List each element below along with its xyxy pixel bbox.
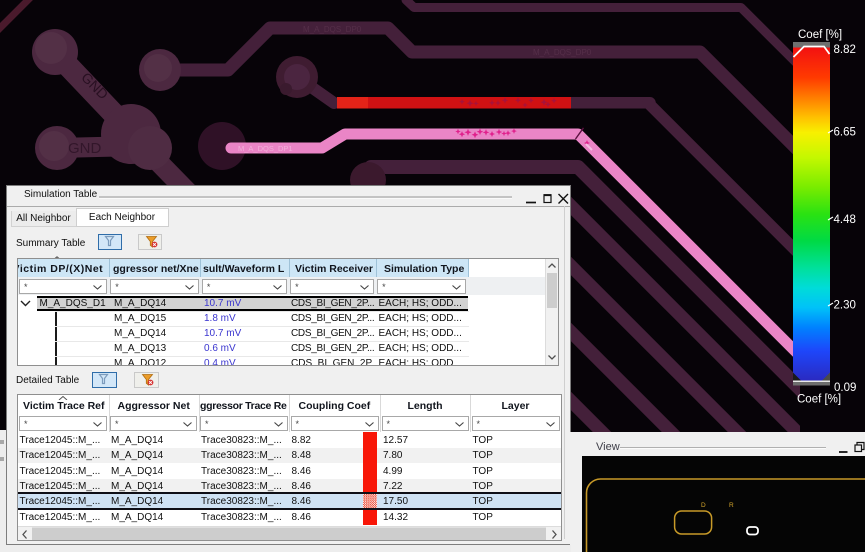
svg-text:2.30: 2.30: [834, 300, 856, 312]
svg-text:8.82: 8.82: [834, 44, 856, 56]
svg-text:M_A_DQS_DP0: M_A_DQS_DP0: [533, 48, 592, 57]
svg-text:Coef [%]: Coef [%]: [797, 394, 841, 406]
svg-text:D: D: [701, 502, 706, 509]
svg-text:6.65: 6.65: [834, 127, 856, 139]
svg-text:R: R: [729, 502, 734, 509]
svg-text:M_A_DQS_DP1: M_A_DQS_DP1: [238, 144, 293, 153]
svg-text:M_A_DQS_DP0: M_A_DQS_DP0: [303, 25, 362, 34]
svg-text:4.48: 4.48: [834, 214, 856, 226]
svg-text:GND: GND: [68, 140, 102, 157]
svg-text:Coef [%]: Coef [%]: [798, 29, 842, 41]
svg-text:0.09: 0.09: [834, 382, 856, 394]
